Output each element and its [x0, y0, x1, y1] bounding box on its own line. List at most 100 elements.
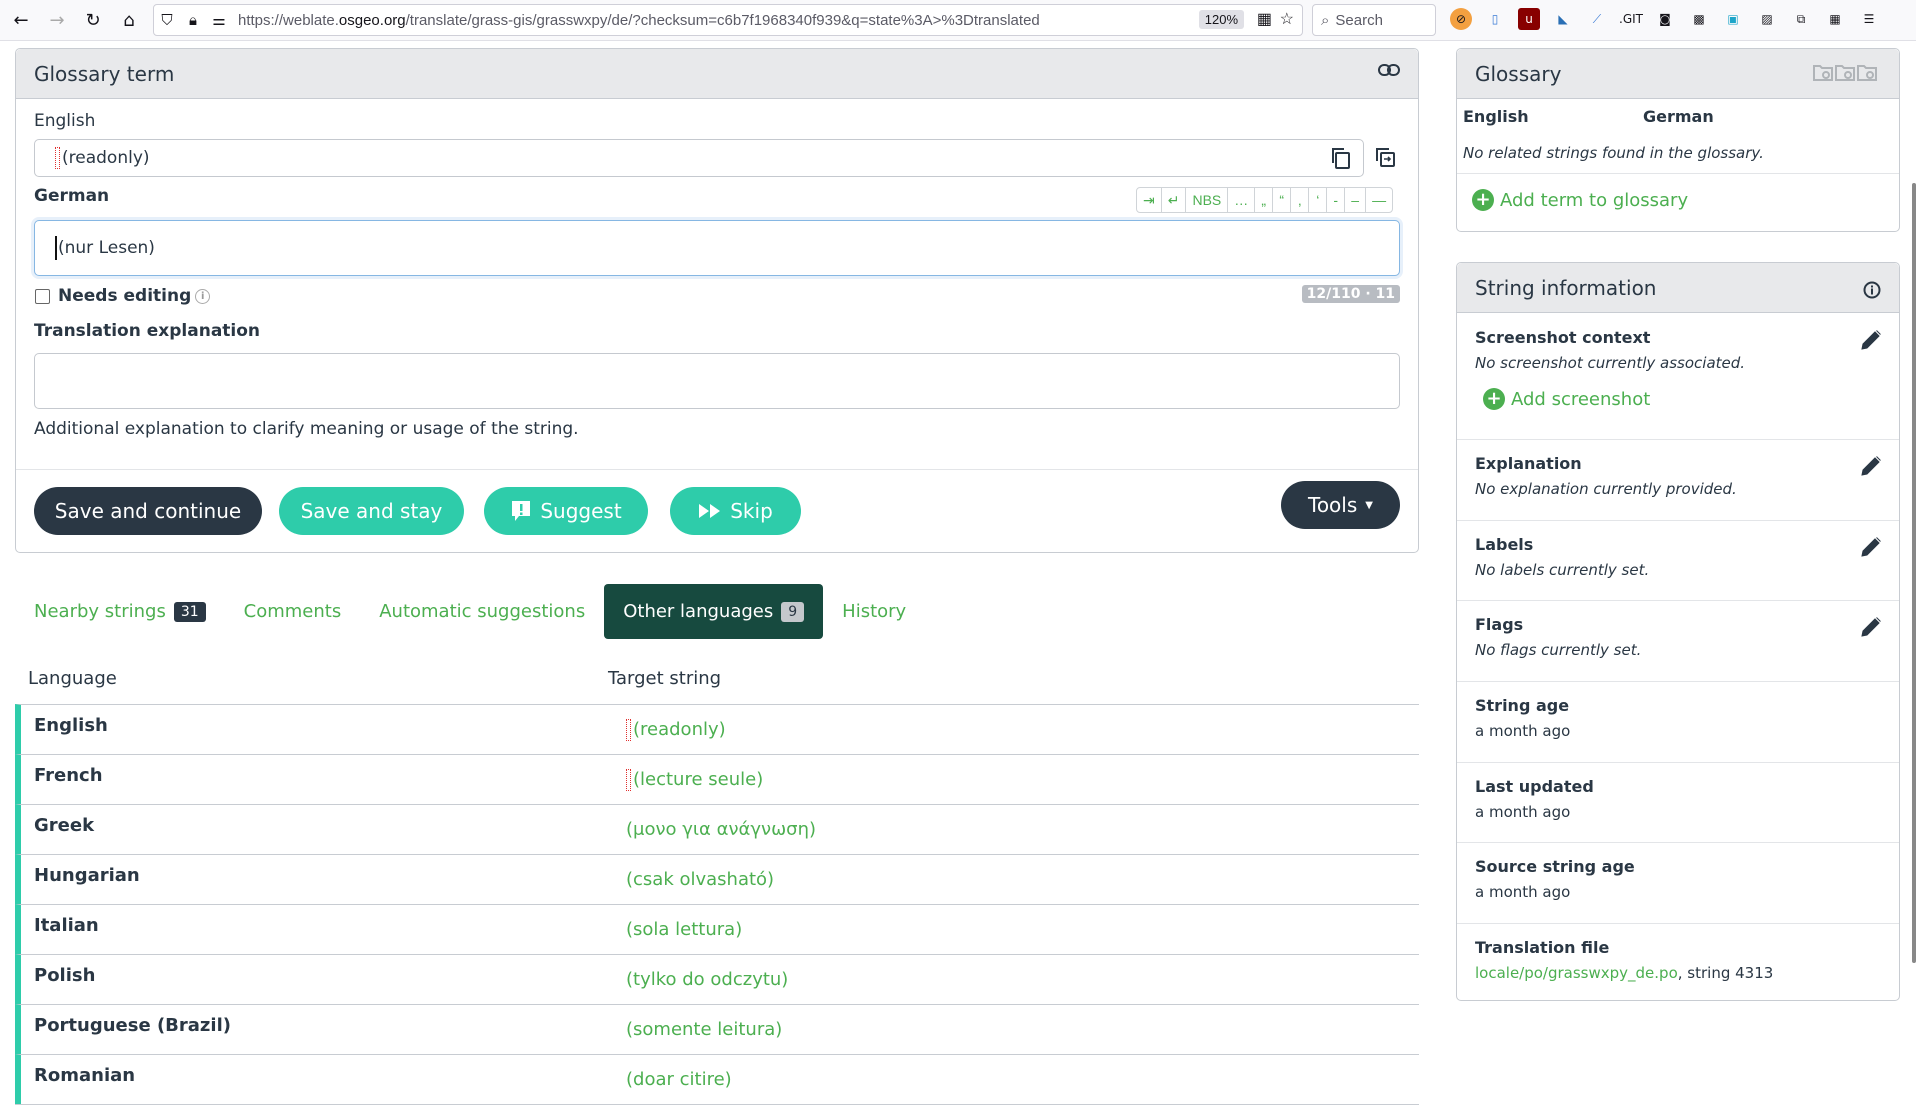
- explanation-help-text: Additional explanation to clarify meanin…: [34, 419, 579, 439]
- bookmark-star-icon[interactable]: ☆: [1280, 9, 1294, 29]
- glossary-panel: Glossary English German No related strin…: [1456, 48, 1900, 232]
- character-counter: 12/110 · 11: [1301, 285, 1400, 303]
- table-row[interactable]: Hungarian (csak olvasható): [15, 854, 1419, 904]
- flags-section: Flags No flags currently set.: [1457, 601, 1899, 682]
- translation-textarea[interactable]: (nur Lesen): [34, 220, 1400, 276]
- back-icon[interactable]: ←: [6, 5, 36, 35]
- count-badge: 9: [781, 601, 805, 622]
- string-info-header: String information: [1457, 263, 1899, 313]
- tools-dropdown-button[interactable]: Tools ▼: [1281, 481, 1400, 529]
- url-bar[interactable]: ⛉ 🔒︎ ⚌ https://weblate.osgeo.org/transla…: [153, 4, 1303, 36]
- special-char-ellipsis[interactable]: …: [1228, 188, 1256, 212]
- source-string-age-section: Source string age a month ago: [1457, 843, 1899, 924]
- reload-icon[interactable]: ↻: [78, 5, 108, 35]
- table-row[interactable]: Polish (tylko do odczytu): [15, 954, 1419, 1004]
- special-char-single-quote[interactable]: ‘: [1309, 188, 1328, 212]
- special-char-tab[interactable]: ⇥: [1137, 188, 1162, 212]
- save-and-stay-button[interactable]: Save and stay: [279, 487, 464, 535]
- info-circle-icon[interactable]: [1863, 281, 1881, 299]
- permissions-icon[interactable]: ⚌: [206, 11, 232, 29]
- skip-button[interactable]: Skip: [670, 487, 801, 535]
- tab-history[interactable]: History: [823, 584, 925, 639]
- count-badge: 31: [173, 601, 206, 622]
- extensions-puzzle-icon[interactable]: ⧉: [1790, 8, 1812, 30]
- explanation-label: Translation explanation: [34, 321, 261, 341]
- string-age-section: String age a month ago: [1457, 682, 1899, 763]
- needs-editing-checkbox[interactable]: [35, 289, 50, 304]
- table-row[interactable]: French (lecture seule): [15, 754, 1419, 804]
- special-char-low-double-quote[interactable]: „: [1255, 188, 1274, 212]
- extension-grid-icon[interactable]: ▦: [1824, 8, 1846, 30]
- caret-down-icon: ▼: [1365, 499, 1373, 511]
- extension-arrow-icon[interactable]: ◣: [1552, 8, 1574, 30]
- special-char-em-dash[interactable]: —: [1366, 188, 1392, 212]
- special-char-double-quote[interactable]: “: [1273, 188, 1292, 212]
- edit-pencil-icon[interactable]: [1859, 615, 1883, 639]
- copy-icon[interactable]: [1329, 146, 1353, 170]
- explanation-textarea[interactable]: [34, 353, 1400, 409]
- clone-to-translation-icon[interactable]: [1373, 145, 1397, 169]
- extension-document-icon[interactable]: ▯: [1484, 8, 1506, 30]
- shield-icon[interactable]: ⛉: [154, 12, 180, 29]
- extension-image-icon[interactable]: ▨: [1756, 8, 1778, 30]
- special-char-en-dash[interactable]: –: [1345, 188, 1367, 212]
- translation-file-section: Translation file locale/po/grasswxpy_de.…: [1475, 938, 1774, 982]
- save-page-icon[interactable]: ▣: [1722, 8, 1744, 30]
- table-row[interactable]: Italian (sola lettura): [15, 904, 1419, 954]
- tab-comments[interactable]: Comments: [225, 584, 361, 639]
- panel-title: Glossary term: [34, 61, 175, 86]
- tab-other-languages[interactable]: Other languages 9: [604, 584, 824, 639]
- special-char-nbsp[interactable]: NBS: [1186, 188, 1229, 212]
- glossary-empty-note: No related strings found in the glossary…: [1463, 144, 1764, 162]
- forward-icon[interactable]: →: [42, 5, 72, 35]
- add-screenshot-link[interactable]: + Add screenshot: [1483, 388, 1650, 410]
- plus-circle-icon: +: [1483, 388, 1505, 410]
- fast-forward-icon: [699, 504, 721, 518]
- glossary-search-icon[interactable]: [1813, 63, 1879, 83]
- edit-pencil-icon[interactable]: [1859, 535, 1883, 559]
- translation-file-link[interactable]: locale/po/grasswxpy_de.po: [1475, 964, 1678, 982]
- ublock-icon[interactable]: u: [1518, 8, 1540, 30]
- extension-blocker-icon[interactable]: ⊘: [1450, 8, 1472, 30]
- plus-circle-icon: +: [1472, 189, 1494, 211]
- tab-automatic-suggestions[interactable]: Automatic suggestions: [360, 584, 604, 639]
- target-language-label: German: [34, 186, 110, 206]
- info-icon[interactable]: i: [195, 288, 211, 304]
- suggest-button[interactable]: Suggest: [484, 487, 648, 535]
- tab-nearby-strings[interactable]: Nearby strings 31: [15, 584, 225, 639]
- whitespace-marker: [626, 719, 631, 741]
- edit-pencil-icon[interactable]: [1859, 328, 1883, 352]
- add-term-to-glossary-link[interactable]: + Add term to glossary: [1472, 189, 1688, 211]
- edit-pencil-icon[interactable]: [1859, 454, 1883, 478]
- table-row[interactable]: English (readonly): [15, 704, 1419, 754]
- special-char-newline[interactable]: ↵: [1162, 188, 1187, 212]
- qr-icon[interactable]: ▦: [1257, 9, 1272, 29]
- save-and-continue-button[interactable]: Save and continue: [34, 487, 262, 535]
- git-icon[interactable]: .GIT: [1619, 8, 1643, 30]
- menu-icon[interactable]: ☰: [1858, 8, 1880, 30]
- other-languages-table: English (readonly) French (lecture seule) …: [15, 704, 1419, 1105]
- translation-editor-panel: Glossary term English (readonly) German …: [15, 48, 1419, 553]
- browser-search[interactable]: ⌕ Search: [1312, 4, 1436, 36]
- needs-editing-label[interactable]: Needs editing i: [58, 286, 211, 306]
- special-char-hyphen[interactable]: -: [1327, 188, 1346, 212]
- home-icon[interactable]: ⌂: [114, 5, 144, 35]
- divider: [1457, 173, 1899, 174]
- glossary-folder-icons: [1813, 63, 1879, 83]
- table-row[interactable]: Portuguese (Brazil) (somente leitura): [15, 1004, 1419, 1054]
- suggest-comment-icon: [512, 501, 531, 521]
- permalink-icon[interactable]: [1378, 63, 1400, 77]
- secondary-tabs: Nearby strings 31 Comments Automatic sugg…: [15, 584, 925, 639]
- whitespace-marker: [55, 147, 60, 169]
- eyedropper-icon[interactable]: ⟋: [1586, 8, 1608, 30]
- special-char-low-single-quote[interactable]: ‚: [1291, 188, 1310, 212]
- page-scrollbar[interactable]: [1912, 183, 1916, 963]
- lock-icon[interactable]: 🔒︎: [180, 12, 206, 29]
- table-row[interactable]: Romanian (doar citire): [15, 1054, 1419, 1104]
- table-row[interactable]: Greek (μονο για ανάγνωση): [15, 804, 1419, 854]
- zoom-level[interactable]: 120%: [1198, 10, 1244, 29]
- extension-mask-icon[interactable]: ◙: [1654, 8, 1676, 30]
- labels-section: Labels No labels currently set.: [1457, 521, 1899, 601]
- qr-code-icon[interactable]: ▩: [1688, 8, 1710, 30]
- url-text[interactable]: https://weblate.osgeo.org/translate/gras…: [238, 12, 1040, 29]
